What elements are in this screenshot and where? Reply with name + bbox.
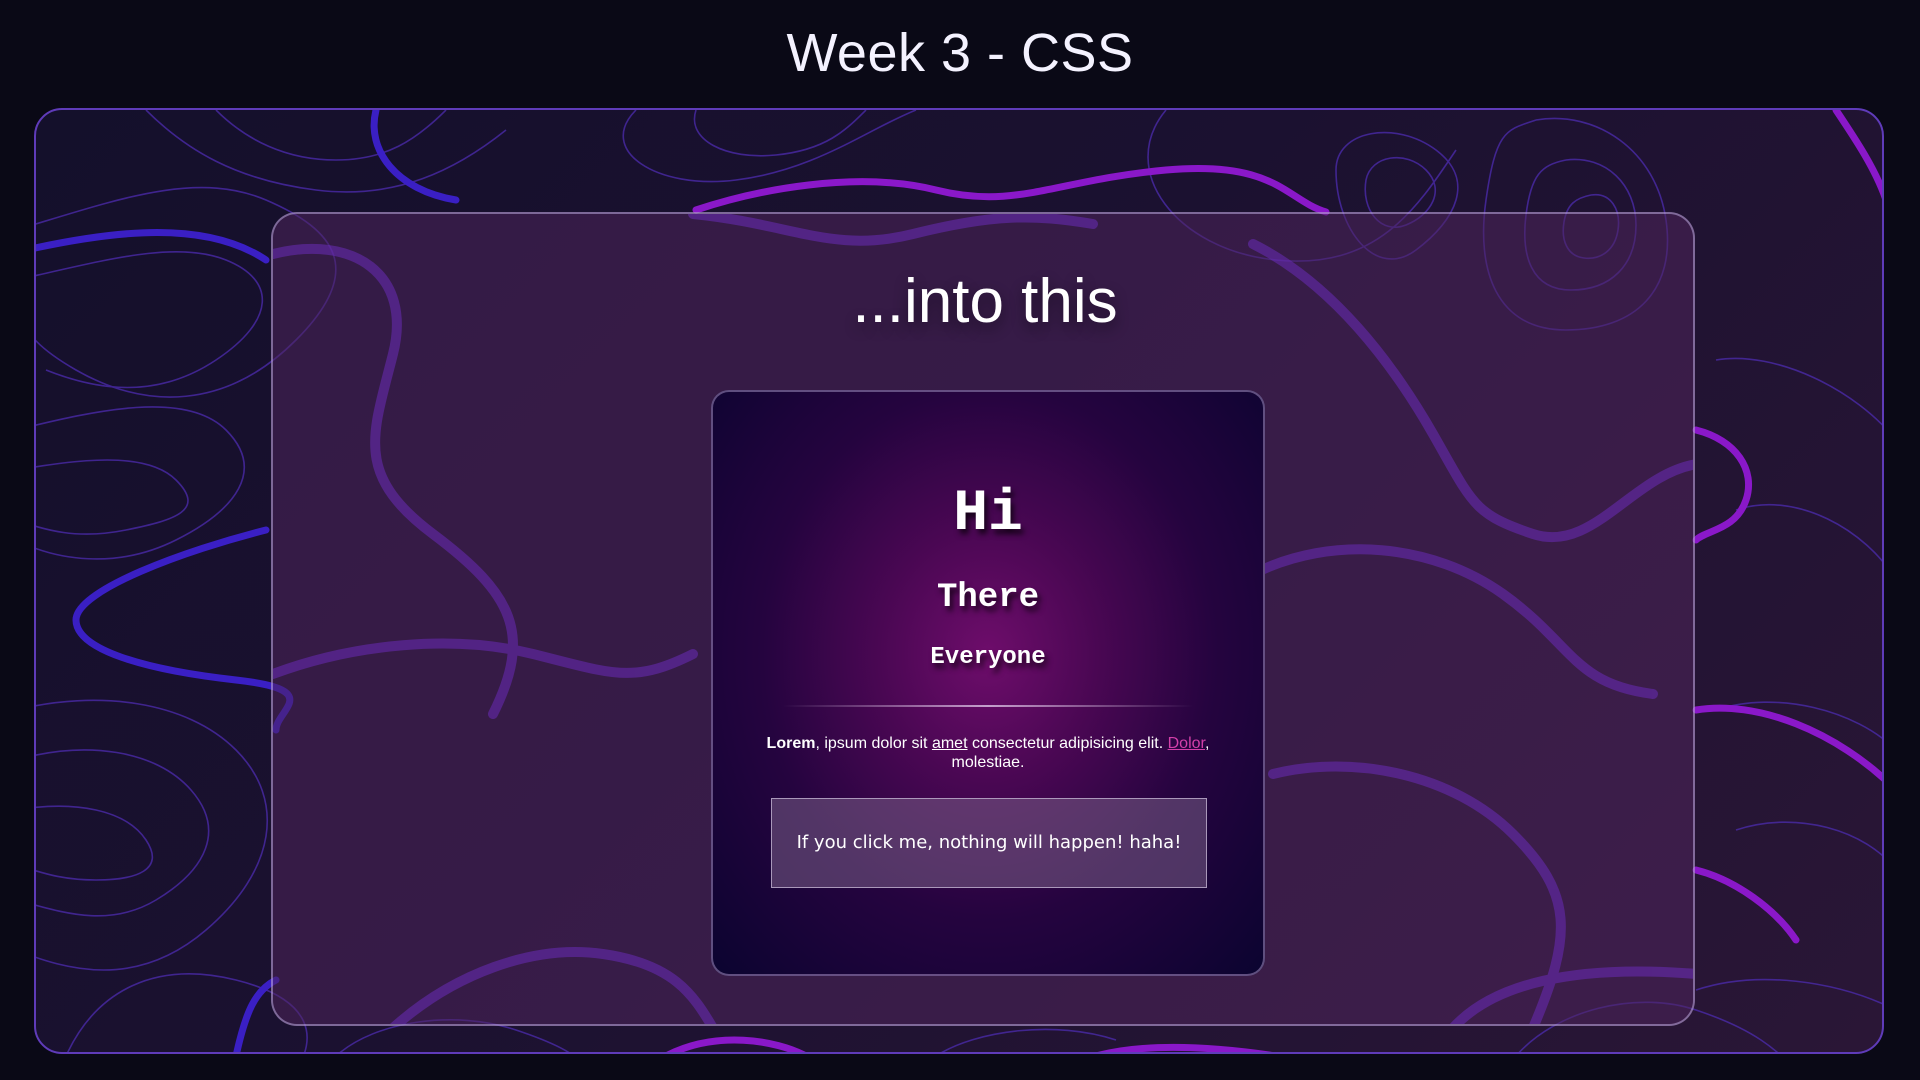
greeting-there: There <box>936 579 1040 617</box>
paragraph-underlined-word: amet <box>931 735 968 752</box>
paragraph-bold-word: Lorem <box>766 735 816 752</box>
glass-panel: ...into this Hi There Everyone Lorem, ip… <box>271 212 1695 1026</box>
paragraph-link[interactable]: Dolor <box>1168 735 1205 752</box>
card-paragraph: Lorem, ipsum dolor sit amet consectetur … <box>753 734 1223 772</box>
nothing-happens-button[interactable]: If you click me, nothing will happen! ha… <box>771 798 1207 888</box>
paragraph-text-2: consectetur adipisicing elit. <box>967 735 1168 752</box>
divider-line <box>783 705 1193 707</box>
page-title: Week 3 - CSS <box>786 23 1134 83</box>
greeting-hi: Hi <box>953 482 1023 547</box>
demo-card: Hi There Everyone Lorem, ipsum dolor sit… <box>711 390 1265 976</box>
paragraph-text-1: , ipsum dolor sit <box>815 735 932 752</box>
panel-heading: ...into this <box>852 267 1118 336</box>
slide-stage: ...into this Hi There Everyone Lorem, ip… <box>34 108 1884 1054</box>
greeting-everyone: Everyone <box>930 644 1046 671</box>
